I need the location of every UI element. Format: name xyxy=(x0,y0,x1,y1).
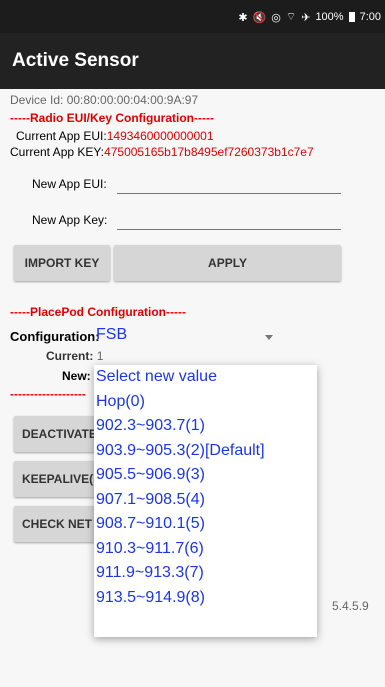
version-label: 5.4.5.9 xyxy=(332,599,369,613)
mute-icon: 🔇 xyxy=(252,11,267,24)
radio-config-header: -----Radio EUI/Key Configuration----- xyxy=(10,111,214,125)
dropdown-item-7[interactable]: 911.9~913.3(7) xyxy=(94,561,317,586)
dropdown-item-2-default[interactable]: 903.9~905.3(2)[Default] xyxy=(94,439,317,464)
device-id: Device Id: 00:80:00:00:04:00:9A:97 xyxy=(10,93,199,107)
apply-button[interactable]: APPLY xyxy=(114,245,341,281)
battery-percent: 100% xyxy=(315,11,344,23)
dropdown-item-8[interactable]: 913.5~914.9(8) xyxy=(94,586,317,611)
clock: 7:00 xyxy=(359,11,381,23)
configuration-spinner[interactable]: FSB xyxy=(96,326,127,344)
hotspot-icon: ◎ xyxy=(271,11,281,24)
wifi-icon: ⌔ xyxy=(285,11,297,23)
new-app-eui-label: New App EUI: xyxy=(32,177,107,191)
dropdown-item-3[interactable]: 905.5~906.9(3) xyxy=(94,463,317,488)
new-label: New: xyxy=(62,369,91,383)
configuration-dropdown-arrow-icon[interactable] xyxy=(265,335,273,340)
current-label: Current: xyxy=(46,349,94,363)
separator-line: ------------------- xyxy=(10,387,86,401)
current-app-eui: Current App EUI:1493460000000001 xyxy=(16,129,214,143)
battery-icon xyxy=(348,12,355,22)
placepod-config-header: -----PlacePod Configuration----- xyxy=(10,305,186,319)
current-number: 1 xyxy=(96,349,104,363)
current-key-value: 475005165b17b8495ef7260373b1c7e7 xyxy=(104,145,314,159)
dropdown-item-1[interactable]: 902.3~903.7(1) xyxy=(94,414,317,439)
dropdown-item-select-new[interactable]: Select new value xyxy=(94,365,317,390)
current-value: Current: 1 xyxy=(46,349,103,363)
check-net-button[interactable]: CHECK NET xyxy=(14,506,104,542)
app-title: Active Sensor xyxy=(12,50,139,71)
current-key-label: Current App KEY: xyxy=(10,145,105,159)
new-app-eui-input[interactable] xyxy=(117,193,341,194)
airplane-icon: ✈ xyxy=(301,11,311,24)
configuration-label: Configuration: xyxy=(10,329,100,344)
deactivate-button[interactable]: DEACTIVATE xyxy=(14,416,104,452)
dropdown-item-hop-0[interactable]: Hop(0) xyxy=(94,390,317,415)
configuration-dropdown-menu: Select new value Hop(0) 902.3~903.7(1) 9… xyxy=(94,365,317,637)
dropdown-item-6[interactable]: 910.3~911.7(6) xyxy=(94,537,317,562)
app-bar: Active Sensor xyxy=(0,33,385,89)
current-eui-label: Current App EUI: xyxy=(16,129,107,143)
bluetooth-icon: ✱ xyxy=(238,11,248,24)
current-app-key: Current App KEY:475005165b17b8495ef72603… xyxy=(10,145,314,159)
dropdown-item-5[interactable]: 908.7~910.1(5) xyxy=(94,512,317,537)
status-bar: ✱ 🔇 ◎ ⌔ ✈ 100% 7:00 xyxy=(0,0,385,33)
import-key-button[interactable]: IMPORT KEY xyxy=(14,245,110,281)
new-app-key-input[interactable] xyxy=(117,229,341,230)
dropdown-item-4[interactable]: 907.1~908.5(4) xyxy=(94,488,317,513)
keepalive-button[interactable]: KEEPALIVE( xyxy=(14,461,104,497)
status-icons: ✱ 🔇 ◎ ⌔ ✈ 100% 7:00 xyxy=(238,10,381,24)
current-eui-value: 1493460000000001 xyxy=(106,129,214,143)
new-app-key-label: New App Key: xyxy=(32,213,108,227)
